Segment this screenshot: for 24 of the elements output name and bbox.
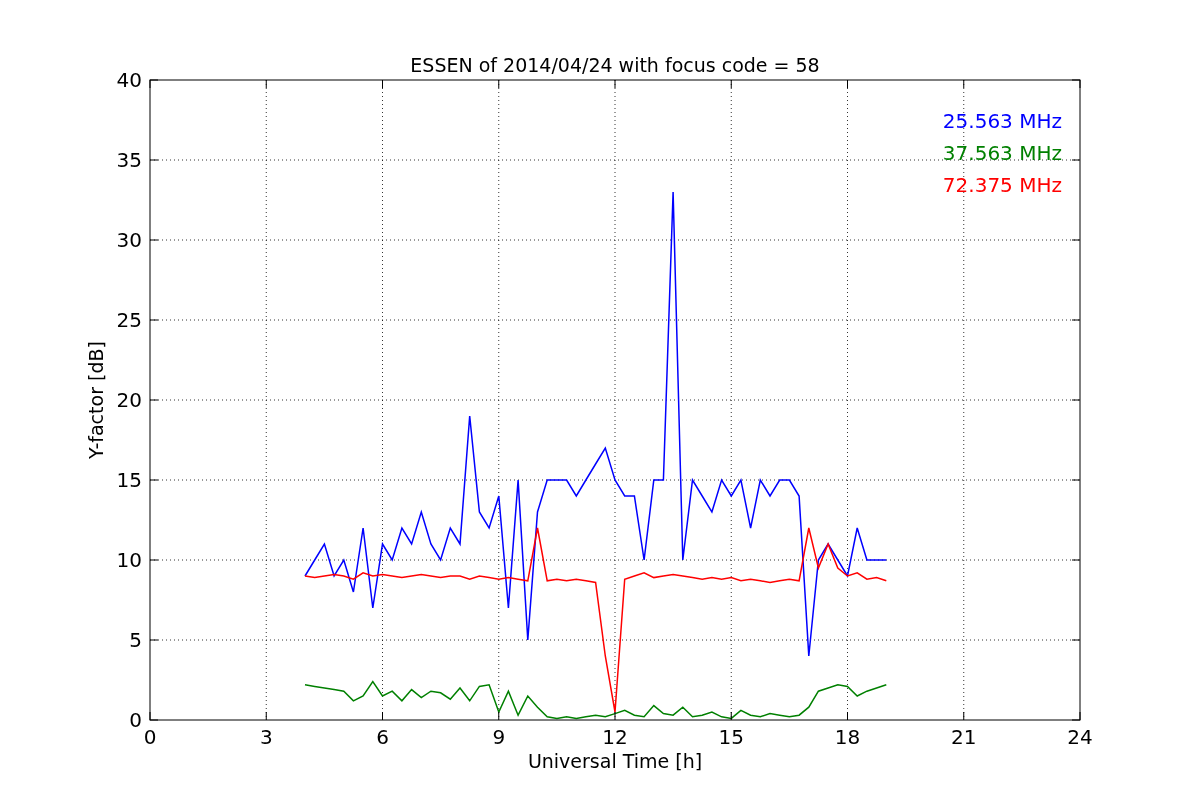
tick-label: 30 bbox=[116, 228, 142, 252]
tick-label: 25 bbox=[116, 308, 142, 332]
tick-label: 10 bbox=[116, 548, 142, 572]
tick-label: 18 bbox=[834, 725, 861, 749]
legend-label: 37.563 MHz bbox=[942, 141, 1062, 165]
tick-label: 20 bbox=[116, 388, 142, 412]
tick-label: 0 bbox=[129, 708, 142, 732]
tick-label: 9 bbox=[492, 725, 506, 749]
legend-label: 72.375 MHz bbox=[942, 173, 1062, 197]
tick-label: 0 bbox=[143, 725, 157, 749]
tick-label: 15 bbox=[718, 725, 744, 749]
tick-label: 3 bbox=[259, 725, 273, 749]
y-axis-label: Y-factor [dB] bbox=[85, 341, 107, 459]
tick-label: 15 bbox=[116, 468, 142, 492]
tick-label: 21 bbox=[951, 725, 977, 749]
tick-label: 40 bbox=[116, 68, 142, 92]
tick-label: 5 bbox=[129, 628, 142, 652]
tick-label: 24 bbox=[1067, 725, 1093, 749]
legend-label: 25.563 MHz bbox=[942, 109, 1062, 133]
tick-label: 12 bbox=[602, 725, 628, 749]
tick-label: 35 bbox=[116, 148, 142, 172]
x-axis-label: Universal Time [h] bbox=[527, 750, 703, 772]
tick-label: 6 bbox=[376, 725, 389, 749]
chart-title: ESSEN of 2014/04/24 with focus code = 58 bbox=[410, 54, 820, 76]
